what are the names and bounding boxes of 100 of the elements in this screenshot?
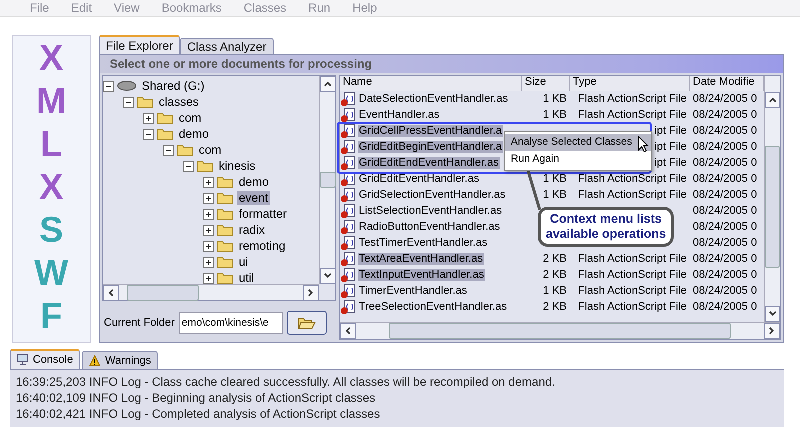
column-header[interactable]: Size: [522, 76, 570, 91]
column-header[interactable]: Type: [570, 76, 690, 91]
tree-item[interactable]: classes: [157, 95, 202, 109]
tree-item[interactable]: com: [177, 111, 204, 125]
scroll-right-button[interactable]: [303, 285, 319, 301]
scroll-down-button[interactable]: [320, 268, 336, 284]
logo-letter: X: [39, 36, 64, 79]
tree-item[interactable]: demo: [237, 175, 272, 189]
expander-icon[interactable]: [203, 208, 214, 220]
scroll-left-button[interactable]: [340, 323, 356, 339]
file-type: Flash ActionScript File: [577, 284, 688, 299]
scroll-up-button[interactable]: [765, 92, 780, 108]
console-tab[interactable]: Warnings: [82, 351, 158, 369]
scroll-thumb[interactable]: [320, 172, 336, 188]
file-name[interactable]: ListSelectionEventHandler.as: [358, 205, 504, 217]
file-date: 08/24/2005 0: [692, 156, 758, 171]
tree-item[interactable]: event: [237, 191, 270, 205]
file-date: 08/24/2005 0: [692, 300, 758, 315]
script-file-icon: [340, 92, 356, 106]
instruction-header: Select one or more documents for processing: [100, 55, 783, 73]
script-file-icon: [340, 204, 356, 218]
scroll-down-button[interactable]: [765, 306, 780, 322]
scroll-right-button[interactable]: [764, 323, 780, 339]
file-name[interactable]: GridSelectionEventHandler.as: [358, 189, 507, 201]
expander-icon[interactable]: [183, 160, 194, 172]
scroll-thumb[interactable]: [389, 323, 731, 339]
tree-item[interactable]: formatter: [237, 207, 290, 221]
tree-item[interactable]: radix: [237, 223, 268, 237]
open-folder-icon: [298, 316, 316, 330]
file-date: 08/24/2005 0: [692, 268, 758, 283]
expander-icon[interactable]: [103, 80, 114, 92]
file-name[interactable]: GridEditBeginEventHandler.a: [358, 141, 504, 153]
expander-icon[interactable]: [163, 144, 174, 156]
scroll-up-button[interactable]: [320, 76, 336, 92]
browse-button[interactable]: [286, 311, 327, 335]
tree-item[interactable]: remoting: [237, 239, 288, 253]
file-name[interactable]: DateSelectionEventHandler.as: [358, 93, 510, 105]
vertical-scrollbar[interactable]: [764, 76, 780, 322]
expander-icon[interactable]: [203, 192, 214, 204]
file-name[interactable]: TimerEventHandler.as: [358, 285, 468, 297]
file-date: 08/24/2005 0: [692, 236, 758, 251]
expander-icon[interactable]: [123, 96, 134, 108]
file-size: 2 KB: [542, 300, 568, 315]
console-tab[interactable]: Console: [10, 349, 80, 369]
expander-icon[interactable]: [143, 112, 154, 124]
expander-icon[interactable]: [203, 176, 214, 188]
file-date: 08/24/2005 0: [692, 124, 758, 139]
file-date: 08/24/2005 0: [692, 140, 758, 155]
file-date: 08/24/2005 0: [692, 252, 758, 267]
scroll-thumb[interactable]: [127, 285, 199, 301]
folder-icon: [217, 255, 234, 269]
file-name[interactable]: TreeSelectionEventHandler.as: [358, 301, 508, 313]
horizontal-scrollbar[interactable]: [340, 322, 780, 339]
logo-letter: F: [40, 294, 62, 337]
logo-letter: S: [39, 208, 64, 251]
tab[interactable]: File Explorer: [99, 35, 180, 54]
folder-icon: [217, 223, 234, 237]
expander-icon[interactable]: [203, 240, 214, 252]
drive-icon: [117, 80, 137, 92]
tree-item[interactable]: kinesis: [217, 159, 258, 173]
current-folder-label: Current Folder: [104, 317, 175, 329]
current-folder-field[interactable]: emo\com\kinesis\e: [178, 312, 283, 334]
tree-item[interactable]: com: [197, 143, 224, 157]
callout-text: Context menu lists available operations: [538, 207, 674, 247]
column-header[interactable]: Date Modifie: [690, 76, 764, 91]
file-name[interactable]: RadioButtonEventHandler.as: [358, 221, 502, 233]
scroll-thumb[interactable]: [765, 146, 780, 268]
tree-item[interactable]: ui: [237, 255, 250, 269]
context-menu-item[interactable]: Run Again: [505, 151, 651, 168]
expander-icon[interactable]: [203, 272, 214, 284]
tab[interactable]: Class Analyzer: [180, 38, 274, 54]
log-line: 16:40:02,421 INFO Log - Completed analysis of ActionScript classes: [16, 407, 382, 422]
tree-item[interactable]: util: [237, 271, 256, 284]
logo-letter: L: [40, 122, 62, 165]
file-name[interactable]: GridEditEndEventHandler.as: [358, 157, 500, 169]
file-name[interactable]: TextInputEventHandler.as: [358, 269, 486, 281]
tree-item[interactable]: Shared (G:): [140, 79, 207, 93]
expander-icon[interactable]: [143, 128, 154, 140]
file-name[interactable]: GridEditEventHandler.as: [358, 173, 480, 185]
context-menu-item[interactable]: Analyse Selected Classes: [505, 134, 651, 151]
expander-icon[interactable]: [203, 256, 214, 268]
file-type: ipt File: [654, 124, 688, 139]
horizontal-scrollbar[interactable]: [103, 284, 319, 300]
file-name[interactable]: GridCellPressEventHandler.a: [358, 125, 504, 137]
file-type: Flash ActionScript File: [577, 252, 688, 267]
expander-icon[interactable]: [203, 224, 214, 236]
column-header[interactable]: Name: [340, 76, 522, 91]
folder-icon: [217, 191, 234, 205]
script-file-icon: [340, 284, 356, 298]
file-size: 1 KB: [542, 284, 568, 299]
vertical-scrollbar[interactable]: [319, 76, 335, 284]
file-date: 08/24/2005 0: [692, 188, 758, 203]
scroll-left-button[interactable]: [103, 285, 119, 301]
script-file-icon: [340, 220, 356, 234]
tree-item[interactable]: demo: [177, 127, 212, 141]
log-line: 16:40:02,109 INFO Log - Beginning analysis of ActionScript classes: [16, 391, 377, 406]
script-file-icon: [340, 268, 356, 282]
file-name[interactable]: TextAreaEventHandler.as: [358, 253, 484, 265]
file-name[interactable]: EventHandler.as: [358, 109, 441, 121]
file-name[interactable]: TestTimerEventHandler.as: [358, 237, 489, 249]
